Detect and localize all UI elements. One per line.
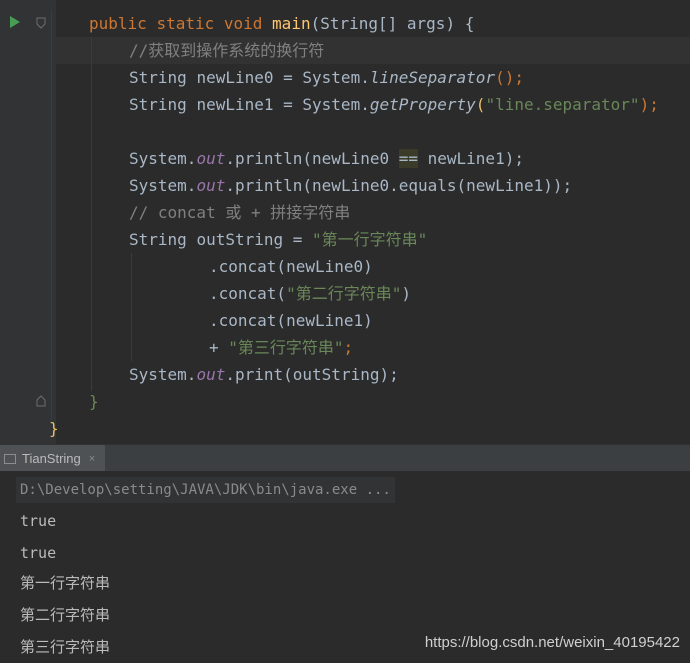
code-editor[interactable]: public static void main(String[] args) {… [0, 0, 690, 444]
code-line-concat-newline1[interactable]: .concat(newLine1) [209, 307, 373, 334]
closing-brace: } [49, 419, 59, 438]
code-line-print[interactable]: System.out.print(outString); [129, 361, 399, 388]
fold-icon[interactable] [36, 17, 46, 29]
code-line-newline0[interactable]: String newLine0 = System.lineSeparator()… [129, 64, 524, 91]
console-output-line: 第三行字符串 [20, 638, 111, 656]
code-line-outstring[interactable]: String outString = "第一行字符串" [129, 226, 427, 253]
method-call: lineSeparator [369, 68, 496, 87]
operator-highlight: == [398, 149, 418, 168]
code-text: .concat( [209, 284, 287, 303]
indent-guide [51, 10, 52, 420]
code-line-println-compare[interactable]: System.out.println(newLine0 == newLine1)… [129, 145, 524, 172]
run-icon[interactable] [10, 16, 20, 28]
code-text: ) [401, 284, 411, 303]
code-line-main-signature[interactable]: public static void main(String[] args) { [89, 10, 474, 37]
tab-label: TianString [22, 451, 81, 466]
console-output-line: 第一行字符串 [20, 574, 111, 592]
code-line-close-method[interactable]: } [89, 388, 99, 415]
type-name: String [129, 95, 187, 114]
console-output-line: true [20, 544, 57, 562]
closing-brace: } [89, 392, 99, 411]
console-output-line: true [20, 512, 57, 530]
tab-tianstring[interactable]: TianString × [0, 445, 106, 472]
console-icon [4, 453, 16, 464]
code-text: System. [129, 365, 197, 384]
console-output-line: 第二行字符串 [20, 606, 111, 624]
keyword: static [156, 14, 215, 33]
string-literal: "line.separator" [485, 95, 640, 114]
code-text: (); [495, 68, 524, 87]
code-line-comment[interactable]: //获取到操作系统的换行符 [129, 37, 324, 64]
fold-end-icon[interactable] [36, 395, 46, 407]
code-text: .concat(newLine1) [209, 311, 373, 330]
indent-guide [131, 253, 132, 361]
code-line-concat-second[interactable]: .concat("第二行字符串") [209, 280, 411, 307]
code-text: newLine0 = System. [196, 68, 370, 87]
comment: //获取到操作系统的换行符 [129, 41, 325, 60]
static-field: out [196, 176, 226, 195]
code-line-println-equals[interactable]: System.out.println(newLine0.equals(newLi… [129, 172, 572, 199]
static-field: out [196, 149, 226, 168]
code-text: .print(outString); [225, 365, 399, 384]
code-line-comment-concat[interactable]: // concat 或 + 拼接字符串 [129, 199, 350, 226]
console-command[interactable]: D:\Develop\setting\JAVA\JDK\bin\java.exe… [16, 477, 395, 503]
code-text: .println(newLine0 [225, 149, 399, 168]
code-text: ); [639, 95, 659, 114]
code-line-plus-third[interactable]: + "第三行字符串"; [209, 334, 353, 361]
editor-gutter [0, 0, 56, 444]
code-text: + [209, 338, 229, 357]
static-field: out [196, 365, 226, 384]
code-text: .concat(newLine0) [209, 257, 373, 276]
code-text: ; [343, 338, 354, 357]
code-text: .println(newLine0.equals(newLine1)); [225, 176, 573, 195]
run-console[interactable]: D:\Develop\setting\JAVA\JDK\bin\java.exe… [0, 471, 690, 663]
method-name: main [272, 14, 311, 33]
console-tab-bar: TianString × [0, 444, 690, 472]
keyword: public [89, 14, 147, 33]
code-text: System. [129, 176, 197, 195]
code-text: outString = [196, 230, 313, 249]
method-call: getProperty [369, 95, 476, 114]
code-line-concat-newline0[interactable]: .concat(newLine0) [209, 253, 373, 280]
code-line-close-class[interactable]: } [49, 415, 59, 442]
type-name: String [129, 230, 187, 249]
code-text: (String[] args) { [310, 14, 475, 33]
code-text: System. [129, 149, 197, 168]
type-name: String [129, 68, 187, 87]
code-text: newLine1); [418, 149, 524, 168]
indent-guide [91, 37, 92, 391]
comment: // concat 或 + 拼接字符串 [129, 203, 351, 222]
string-literal: "第一行字符串" [312, 230, 428, 249]
string-literal: "第三行字符串" [228, 338, 344, 357]
watermark: https://blog.csdn.net/weixin_40195422 [424, 634, 680, 651]
code-line-newline1[interactable]: String newLine1 = System.getProperty("li… [129, 91, 659, 118]
keyword: void [223, 14, 263, 33]
code-text: newLine1 = System. [196, 95, 370, 114]
close-icon[interactable]: × [89, 453, 95, 465]
string-literal: "第二行字符串" [286, 284, 402, 303]
